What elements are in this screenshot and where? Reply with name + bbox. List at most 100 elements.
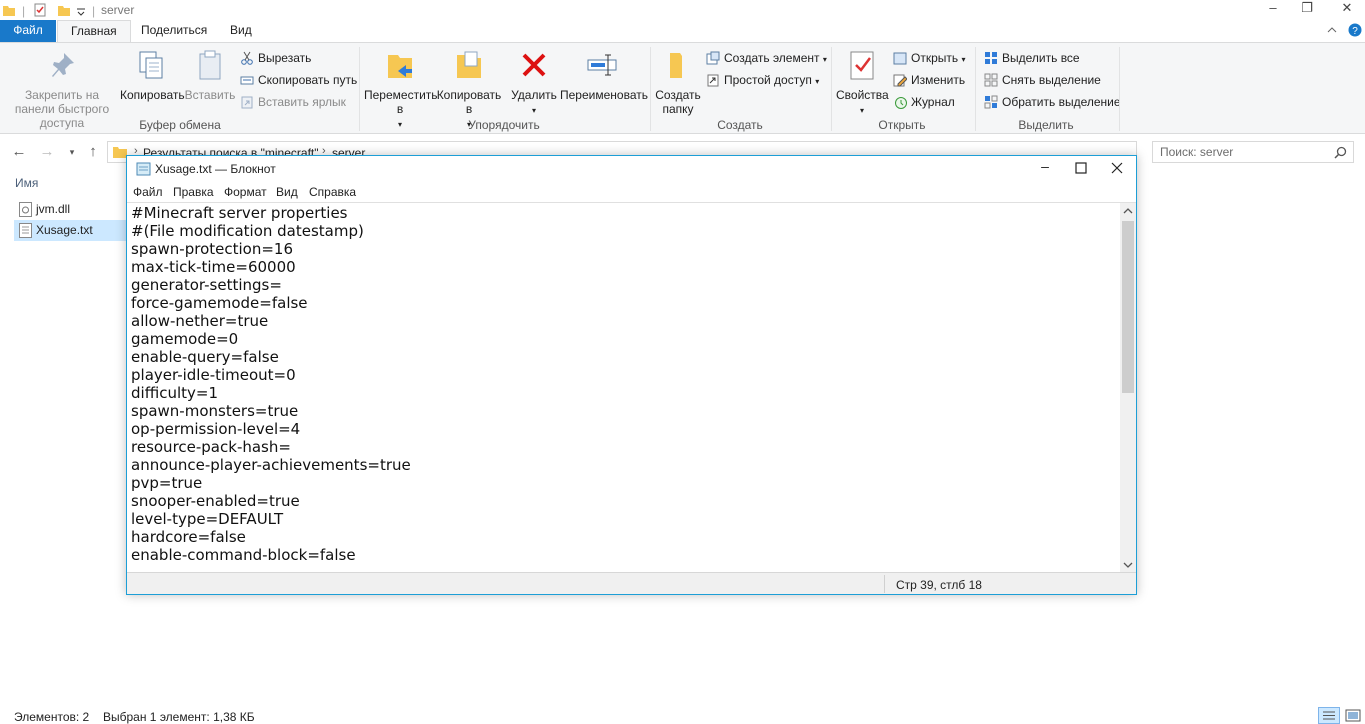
history-button[interactable]: Журнал	[893, 93, 955, 111]
notepad-text-area[interactable]: #Minecraft server properties #(File modif…	[127, 202, 1136, 573]
text-line: generator-settings=	[131, 276, 282, 294]
copy-button[interactable]: Копировать	[120, 49, 185, 102]
menu-format[interactable]: Формат	[224, 185, 267, 199]
tab-view[interactable]: Вид	[217, 20, 265, 42]
scissors-icon	[241, 51, 253, 65]
ribbon-tabs: Файл Главная Поделиться Вид ?	[0, 20, 1365, 42]
forward-arrow-icon[interactable]: →	[38, 143, 56, 161]
copy-path-button[interactable]: Скопировать путь	[240, 71, 357, 89]
up-arrow-icon[interactable]: ↑	[84, 143, 102, 161]
vertical-scrollbar[interactable]	[1120, 203, 1136, 573]
select-none-button[interactable]: Снять выделение	[984, 71, 1101, 89]
organize-group-label: Упорядочить	[468, 118, 540, 132]
help-icon[interactable]: ?	[1348, 23, 1362, 37]
open-dropdown-icon: ▾	[961, 55, 966, 64]
paste-icon	[199, 50, 221, 80]
select-all-button[interactable]: Выделить все	[984, 49, 1080, 67]
select-none-icon	[984, 73, 998, 87]
text-line: announce-player-achievements=true	[131, 456, 411, 474]
edit-pencil-icon	[893, 74, 907, 87]
create-group-label: Создать	[717, 118, 763, 132]
notepad-titlebar[interactable]: Xusage.txt — Блокнот –	[127, 156, 1136, 182]
select-none-label: Снять выделение	[1002, 73, 1101, 87]
select-group-label: Выделить	[1018, 118, 1074, 132]
scroll-up-icon[interactable]	[1123, 207, 1133, 215]
notepad-close-button[interactable]	[1099, 158, 1135, 178]
delete-button[interactable]: Удалить ▾	[508, 49, 560, 118]
menu-help[interactable]: Справка	[309, 185, 356, 199]
recent-chevron-icon[interactable]: ▾	[63, 143, 81, 161]
menu-edit[interactable]: Правка	[173, 185, 214, 199]
rename-button[interactable]: Переименовать	[560, 49, 648, 102]
cut-button[interactable]: Вырезать	[240, 49, 311, 67]
properties-button[interactable]: Свойства ▾	[836, 49, 889, 118]
notepad-minimize-button[interactable]: –	[1027, 158, 1063, 178]
new-item-icon	[706, 51, 720, 65]
delete-x-icon	[522, 53, 546, 77]
move-to-icon	[388, 55, 412, 78]
new-folder-button[interactable]: Создать папку	[654, 49, 702, 116]
column-header-name[interactable]: Имя	[15, 176, 38, 190]
notepad-maximize-button[interactable]	[1063, 158, 1099, 178]
paste-button[interactable]: Вставить	[184, 49, 236, 102]
move-to-label: Переместить в	[364, 88, 438, 116]
tab-share[interactable]: Поделиться	[128, 20, 220, 42]
paste-shortcut-button[interactable]: Вставить ярлык	[240, 93, 346, 111]
notepad-icon	[136, 162, 151, 176]
file-item-jvm[interactable]: jvm.dll	[14, 199, 126, 220]
select-all-label: Выделить все	[1002, 51, 1080, 65]
back-arrow-icon[interactable]: ←	[10, 143, 28, 161]
open-label: Открыть	[911, 51, 959, 65]
details-view-icon[interactable]	[1318, 707, 1340, 724]
search-placeholder: Поиск: server	[1160, 145, 1234, 159]
close-button[interactable]: ✕	[1330, 0, 1364, 18]
properties-icon[interactable]	[33, 3, 47, 17]
tab-file[interactable]: Файл	[0, 20, 56, 42]
scrollbar-thumb[interactable]	[1122, 221, 1134, 393]
invert-selection-label: Обратить выделение	[1002, 95, 1121, 109]
invert-selection-button[interactable]: Обратить выделение	[984, 93, 1121, 111]
file-item-xusage[interactable]: Xusage.txt	[14, 220, 126, 241]
large-icons-view-icon[interactable]	[1344, 707, 1362, 724]
open-button[interactable]: Открыть ▾	[893, 49, 966, 67]
new-item-button[interactable]: Создать элемент ▾	[706, 49, 827, 67]
toolbar-separator: |	[22, 4, 26, 18]
notepad-window[interactable]: Xusage.txt — Блокнот – Файл Правка Форма…	[126, 155, 1137, 595]
ribbon-separator	[1119, 47, 1120, 131]
move-to-button[interactable]: Переместить в ▾	[364, 49, 438, 132]
collapse-ribbon-icon[interactable]	[1326, 25, 1338, 35]
item-count: Элементов: 2	[14, 710, 90, 724]
toolbar-separator: |	[92, 4, 96, 18]
text-line: gamemode=0	[131, 330, 239, 348]
copy-path-label: Скопировать путь	[258, 73, 358, 87]
notepad-menubar: Файл Правка Формат Вид Справка	[127, 184, 1136, 202]
customize-chevron-icon[interactable]	[75, 3, 87, 17]
tab-home[interactable]: Главная	[57, 20, 131, 42]
text-line: snooper-enabled=true	[131, 492, 300, 510]
pin-quick-access-button[interactable]: Закрепить на панели быстрого доступа	[6, 49, 118, 130]
easy-access-icon	[707, 74, 719, 87]
menu-view[interactable]: Вид	[276, 185, 298, 199]
folder-icon[interactable]	[2, 3, 16, 17]
notepad-title: Xusage.txt — Блокнот	[155, 162, 276, 176]
notepad-status-bar: Стр 39, стлб 18	[127, 572, 1136, 594]
edit-button[interactable]: Изменить	[893, 71, 965, 89]
text-line: level-type=DEFAULT	[131, 510, 284, 528]
open-icon	[893, 52, 907, 65]
file-name: Xusage.txt	[36, 223, 93, 237]
copy-to-label: Копировать в	[436, 88, 502, 116]
search-input[interactable]: Поиск: server	[1152, 141, 1354, 163]
edit-label: Изменить	[911, 73, 966, 87]
easy-access-button[interactable]: Простой доступ ▾	[706, 71, 819, 89]
new-folder-icon[interactable]	[57, 3, 71, 17]
close-icon	[1111, 162, 1123, 174]
minimize-button[interactable]: –	[1256, 0, 1290, 18]
maximize-icon	[1075, 162, 1087, 174]
open-group-label: Открыть	[878, 118, 926, 132]
window-title: server	[101, 3, 135, 17]
pin-label: Закрепить на панели быстрого доступа	[14, 88, 110, 130]
text-line: hardcore=false	[131, 528, 246, 546]
scroll-down-icon[interactable]	[1123, 561, 1133, 569]
restore-button[interactable]: ❐	[1290, 0, 1324, 18]
menu-file[interactable]: Файл	[133, 185, 163, 199]
